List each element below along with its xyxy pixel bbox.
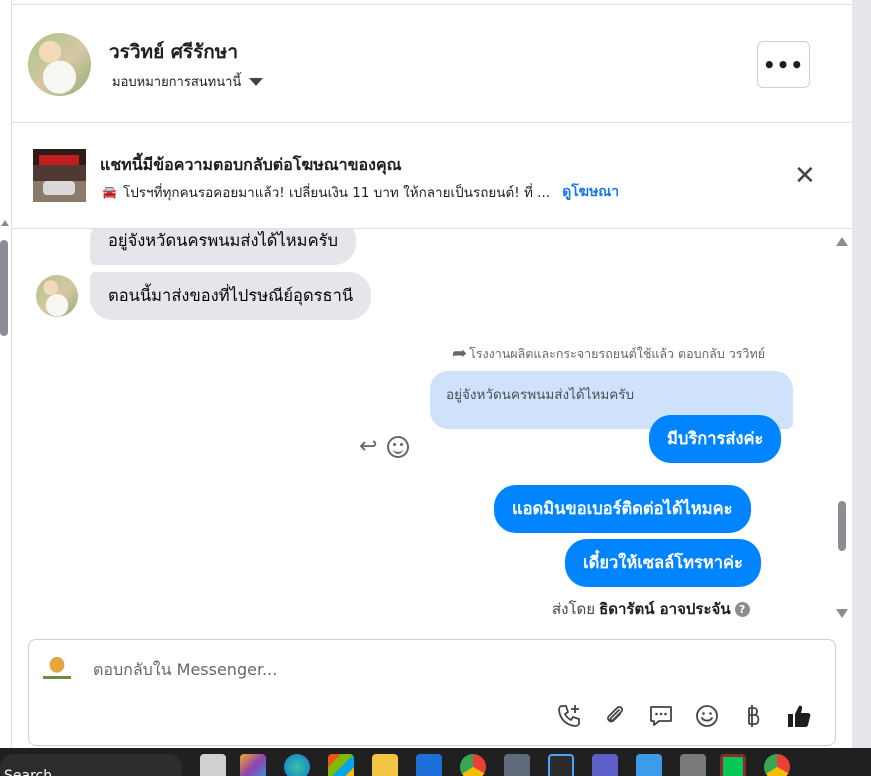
notepad-icon[interactable] <box>636 754 662 776</box>
messenger-window: วรวิทย์ ศรีรักษา มอบหมายการสนทนานี้ ••• … <box>0 0 871 776</box>
taskbar-search[interactable]: Search <box>0 754 182 776</box>
edge-icon[interactable] <box>284 754 310 776</box>
more-options-button[interactable]: ••• <box>757 41 810 88</box>
reply-context-text: โรงงานผลิตและกระจายรถยนต์ใช้แล้ว ตอบกลับ… <box>469 345 766 361</box>
close-icon[interactable]: ✕ <box>794 163 816 189</box>
conversation-panel: วรวิทย์ ศรีรักษา มอบหมายการสนทนานี้ ••• … <box>12 4 852 748</box>
sender-avatar[interactable] <box>36 275 78 317</box>
file-explorer-icon[interactable] <box>372 754 398 776</box>
assign-conversation-label: มอบหมายการสนทนานี้ <box>112 75 242 90</box>
network-monitor-icon[interactable] <box>548 754 574 776</box>
car-icon: 🚘 <box>102 185 117 199</box>
calculator-icon[interactable] <box>680 754 706 776</box>
page-logo <box>39 652 75 684</box>
left-scroll-up-icon[interactable] <box>1 220 9 226</box>
reply-input[interactable] <box>93 660 793 679</box>
outgoing-message[interactable]: แอดมินขอเบอร์ติดต่อได้ไหมคะ <box>494 485 751 533</box>
composer-toolbar <box>555 702 813 730</box>
chrome-profile-icon[interactable] <box>764 754 790 776</box>
ad-banner-subtitle: โปรฯที่ทุกคนรอคอยมาแล้ว! เปลี่ยนเงิน 11 … <box>122 185 551 201</box>
incoming-message[interactable]: ตอนนี้มาส่งของที่ไปรษณีย์อุดรธานี <box>90 272 372 320</box>
outgoing-message[interactable]: มีบริการส่งค่ะ <box>649 415 782 463</box>
caret-down-icon <box>249 77 264 86</box>
contact-avatar[interactable] <box>28 33 91 96</box>
outgoing-message[interactable]: เดี๋ยวให้เซลล์โทรหาค่ะ <box>565 539 761 587</box>
call-add-icon[interactable] <box>555 702 583 730</box>
ad-banner-title: แชทนี้มีข้อความตอบกลับต่อโฆษณาของคุณ <box>100 155 402 174</box>
assign-conversation-dropdown[interactable]: มอบหมายการสนทนานี้ <box>112 71 264 92</box>
help-icon[interactable]: ? <box>734 601 750 617</box>
teams-icon[interactable] <box>592 754 618 776</box>
contact-name[interactable]: วรวิทย์ ศรีรักษา <box>109 37 238 67</box>
ad-banner-subtitle-row: 🚘 โปรฯที่ทุกคนรอคอยมาแล้ว! เปลี่ยนเงิน 1… <box>102 181 619 203</box>
conversation-header: วรวิทย์ ศรีรักษา มอบหมายการสนทนานี้ ••• <box>12 5 852 123</box>
camera-icon[interactable] <box>504 754 530 776</box>
message-composer <box>28 639 836 746</box>
ad-thumbnail[interactable] <box>33 149 86 202</box>
sent-by-prefix: ส่งโดย <box>552 600 596 618</box>
like-icon[interactable] <box>785 702 813 730</box>
windows-taskbar: Search <box>0 748 871 776</box>
reply-icon[interactable]: ↩ <box>359 434 377 459</box>
chrome-icon[interactable] <box>460 754 486 776</box>
scrollbar-thumb[interactable] <box>838 501 846 551</box>
emoji-icon[interactable] <box>693 702 721 730</box>
paperclip-icon[interactable] <box>601 702 629 730</box>
sent-by-name: ธิดารัตน์ อาจประจัน <box>599 600 731 618</box>
reply-context: ➦ โรงงานผลิตและกระจายรถยนต์ใช้แล้ว ตอบกล… <box>452 343 765 364</box>
line-app-icon[interactable] <box>720 754 746 776</box>
thread-scrollbar[interactable] <box>834 229 850 633</box>
left-scrollbar-thumb[interactable] <box>0 240 8 336</box>
ad-reply-banner: แชทนี้มีข้อความตอบกลับต่อโฆษณาของคุณ 🚘 โ… <box>12 123 852 229</box>
message-thread[interactable]: อยู่จังหวัดนครพนมส่งได้ไหมครับ ตอนนี้มาส… <box>12 229 852 633</box>
share-arrow-icon: ➦ <box>452 343 468 364</box>
saved-reply-icon[interactable] <box>647 702 675 730</box>
view-ad-link[interactable]: ดูโฆษณา <box>562 181 619 203</box>
store-icon[interactable] <box>328 754 354 776</box>
react-emoji-icon[interactable] <box>387 435 410 458</box>
copilot-icon[interactable] <box>240 754 266 776</box>
baht-icon[interactable] <box>739 702 767 730</box>
left-panel-edge <box>0 0 12 748</box>
task-view-icon[interactable] <box>200 754 226 776</box>
scroll-down-icon[interactable] <box>836 609 848 618</box>
sent-by-info: ส่งโดย ธิดารัตน์ อาจประจัน ? <box>552 597 750 621</box>
right-page-edge <box>852 0 871 748</box>
incoming-message[interactable]: อยู่จังหวัดนครพนมส่งได้ไหมครับ <box>90 229 356 265</box>
message-actions: ↩ <box>359 434 410 459</box>
mail-icon[interactable] <box>416 754 442 776</box>
scroll-up-icon[interactable] <box>836 237 848 246</box>
